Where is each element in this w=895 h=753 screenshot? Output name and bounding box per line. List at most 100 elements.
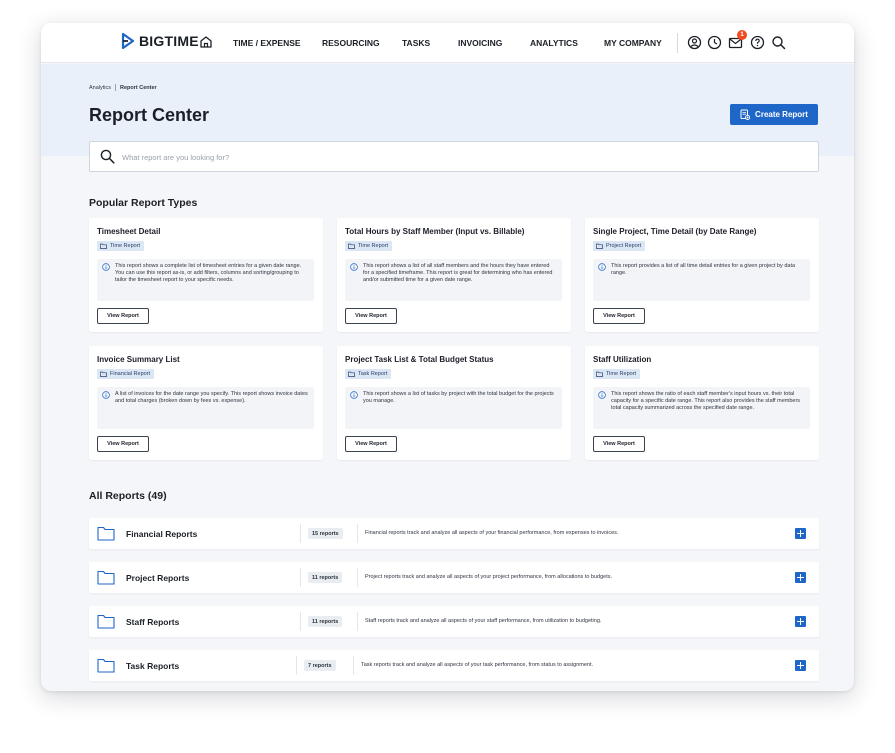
row-divider (300, 524, 301, 543)
card-title: Invoice Summary List (97, 355, 180, 364)
info-icon (102, 391, 110, 399)
nav-invoicing[interactable]: INVOICING (458, 38, 502, 48)
description-box: This report provides a list of all time … (593, 259, 810, 301)
info-icon (350, 391, 358, 399)
report-category-row[interactable]: Financial Reports 15 reports Financial r… (89, 518, 819, 549)
card-description: A list of invoices for the date range yo… (115, 391, 308, 405)
report-card: Total Hours by Staff Member (Input vs. B… (337, 218, 571, 332)
report-add-icon (740, 109, 751, 120)
tag-label: Time Report (110, 243, 141, 249)
view-report-button[interactable]: View Report (97, 308, 149, 324)
category-name: Financial Reports (126, 529, 198, 539)
expand-plus-icon[interactable] (795, 528, 806, 539)
row-divider (353, 656, 354, 675)
folder-icon (97, 614, 115, 629)
create-report-label: Create Report (755, 110, 808, 119)
row-divider (357, 568, 358, 587)
category-name: Task Reports (126, 661, 180, 671)
view-report-button[interactable]: View Report (593, 436, 645, 452)
search-icon[interactable] (771, 35, 786, 50)
view-report-button[interactable]: View Report (345, 436, 397, 452)
nav-my-company[interactable]: MY COMPANY (604, 38, 662, 48)
breadcrumb: Analytics Report Center (89, 84, 157, 91)
report-card: Staff Utilization Time Report This repor… (585, 346, 819, 460)
report-card: Single Project, Time Detail (by Date Ran… (585, 218, 819, 332)
create-report-button[interactable]: Create Report (730, 104, 818, 125)
brand-name: BIGTIME (139, 33, 199, 49)
clock-icon[interactable] (707, 35, 722, 50)
card-description: This report shows a list of all staff me… (363, 263, 553, 284)
report-type-tag: Task Report (345, 369, 392, 379)
notification-badge: 1 (737, 30, 747, 40)
page-title: Report Center (89, 105, 210, 125)
card-title: Staff Utilization (593, 355, 652, 364)
brand-logo[interactable]: BIGTIME (121, 33, 199, 49)
search-placeholder: What report are you looking for? (122, 153, 230, 162)
report-card: Invoice Summary List Financial Report A … (89, 346, 323, 460)
report-category-row[interactable]: Staff Reports 11 reports Staff reports t… (89, 606, 819, 637)
nav-resourcing[interactable]: RESOURCING (322, 38, 380, 48)
nav-time-expense[interactable]: TIME / EXPENSE (233, 38, 301, 48)
description-box: This report shows a complete list of tim… (97, 259, 314, 301)
tag-label: Financial Report (110, 371, 151, 377)
row-divider (357, 524, 358, 543)
card-title: Project Task List & Total Budget Status (345, 355, 494, 364)
card-title: Total Hours by Staff Member (Input vs. B… (345, 227, 525, 236)
report-type-tag: Financial Report (97, 369, 155, 379)
info-icon (598, 263, 606, 271)
row-divider (300, 612, 301, 631)
card-description: This report shows a list of tasks by pro… (363, 391, 554, 405)
top-navigation: BIGTIME TIME / EXPENSE RESOURCING TASKS … (41, 23, 854, 63)
description-box: This report shows a list of all staff me… (345, 259, 562, 301)
category-description: Staff reports track and analyze all aspe… (365, 618, 602, 624)
folder-icon (596, 371, 603, 377)
report-type-tag: Time Report (97, 241, 145, 251)
category-description: Project reports track and analyze all as… (365, 574, 613, 580)
card-description: This report shows the ratio of each staf… (611, 391, 801, 412)
nav-analytics[interactable]: ANALYTICS (530, 38, 578, 48)
report-count-badge: 15 reports (308, 528, 343, 539)
breadcrumb-analytics[interactable]: Analytics (89, 85, 111, 91)
card-description: This report shows a complete list of tim… (115, 263, 302, 284)
description-box: This report shows a list of tasks by pro… (345, 387, 562, 429)
app-window: BIGTIME TIME / EXPENSE RESOURCING TASKS … (41, 23, 854, 691)
folder-icon (348, 371, 355, 377)
folder-icon (97, 658, 115, 673)
tag-label: Project Report (606, 243, 642, 249)
report-type-tag: Time Report (593, 369, 641, 379)
breadcrumb-current: Report Center (120, 84, 157, 91)
category-name: Staff Reports (126, 617, 180, 627)
folder-icon (97, 570, 115, 585)
bigtime-logo-icon (121, 33, 135, 49)
description-box: This report shows the ratio of each staf… (593, 387, 810, 429)
report-type-tag: Time Report (345, 241, 393, 251)
row-divider (357, 612, 358, 631)
home-icon[interactable] (199, 35, 213, 49)
card-description: This report provides a list of all time … (611, 263, 796, 277)
category-description: Financial reports track and analyze all … (365, 530, 619, 536)
report-category-row[interactable]: Project Reports 11 reports Project repor… (89, 562, 819, 593)
tag-label: Task Report (358, 371, 388, 377)
view-report-button[interactable]: View Report (345, 308, 397, 324)
card-title: Single Project, Time Detail (by Date Ran… (593, 227, 757, 236)
report-card: Timesheet Detail Time Report This report… (89, 218, 323, 332)
breadcrumb-divider (115, 84, 117, 91)
view-report-button[interactable]: View Report (97, 436, 149, 452)
report-category-row[interactable]: Task Reports 7 reports Task reports trac… (89, 650, 819, 681)
nav-tasks[interactable]: TASKS (402, 38, 430, 48)
expand-plus-icon[interactable] (795, 616, 806, 627)
popular-section-title: Popular Report Types (89, 197, 198, 209)
report-search-field[interactable]: What report are you looking for? (89, 141, 819, 172)
report-card: Project Task List & Total Budget Status … (337, 346, 571, 460)
expand-plus-icon[interactable] (795, 572, 806, 583)
view-report-button[interactable]: View Report (593, 308, 645, 324)
search-icon (100, 149, 115, 164)
category-name: Project Reports (126, 573, 190, 583)
report-type-tag: Project Report (593, 241, 646, 251)
help-icon[interactable] (750, 35, 765, 50)
nav-divider (677, 33, 678, 53)
row-divider (300, 568, 301, 587)
report-count-badge: 7 reports (304, 660, 336, 671)
user-circle-icon[interactable] (687, 35, 702, 50)
expand-plus-icon[interactable] (795, 660, 806, 671)
